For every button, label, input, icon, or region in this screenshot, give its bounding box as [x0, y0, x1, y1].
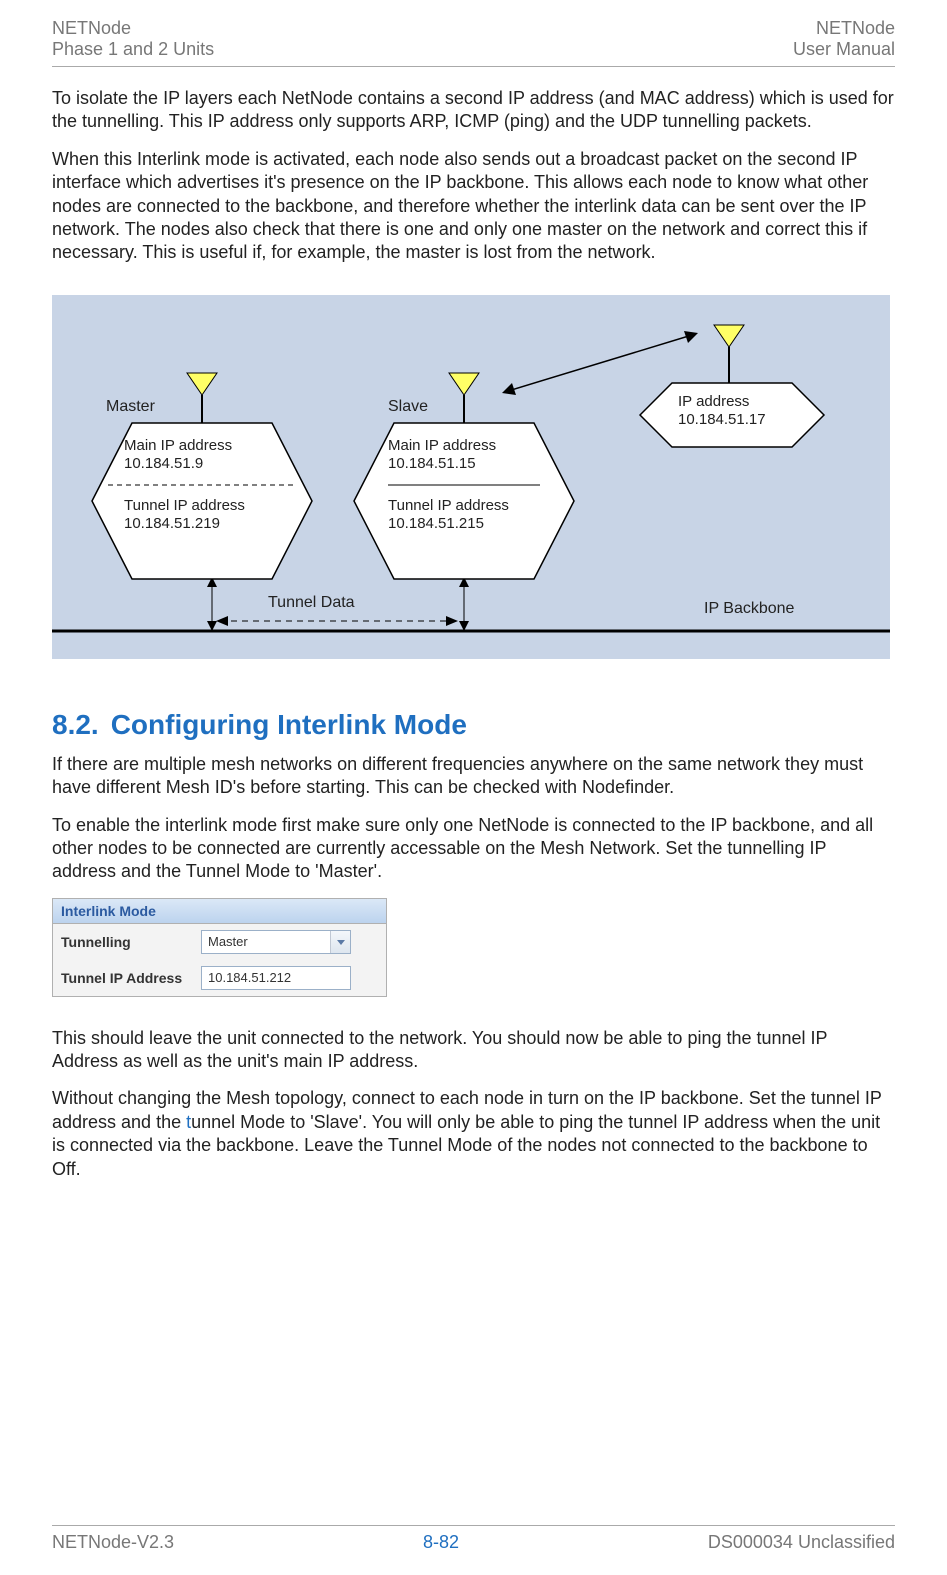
- slave-main-ip-value: 10.184.51.15: [388, 455, 496, 474]
- master-main-ip-value: 10.184.51.9: [124, 455, 232, 474]
- ip-backbone-label: IP Backbone: [704, 600, 794, 618]
- tunnelling-value: Master: [202, 934, 330, 949]
- footer-right: DS000034 Unclassified: [708, 1532, 895, 1553]
- hdr-right-line2: User Manual: [793, 39, 895, 60]
- master-main-ip-label: Main IP address: [124, 437, 232, 456]
- interlink-mode-panel: Interlink Mode Tunnelling Master Tunnel …: [52, 898, 387, 997]
- interlink-panel-title: Interlink Mode: [53, 899, 386, 924]
- section-number: 8.2.: [52, 709, 99, 740]
- master-tunnel-ip-value: 10.184.51.219: [124, 515, 245, 534]
- header-left: NETNode Phase 1 and 2 Units: [52, 18, 214, 60]
- tunnel-ip-row: Tunnel IP Address 10.184.51.212: [53, 960, 386, 996]
- tunnelling-row: Tunnelling Master: [53, 924, 386, 960]
- paragraph-3: If there are multiple mesh networks on d…: [52, 753, 895, 800]
- paragraph-2: When this Interlink mode is activated, e…: [52, 148, 895, 265]
- section-heading: 8.2. Configuring Interlink Mode: [52, 709, 895, 741]
- footer-page-number: 8-82: [423, 1532, 459, 1553]
- antenna-slave-icon: [449, 373, 479, 423]
- tunnelling-dropdown[interactable]: Master: [201, 930, 351, 954]
- slave-tunnel-ip-value: 10.184.51.215: [388, 515, 509, 534]
- chevron-down-icon: [330, 931, 350, 953]
- right-ip-label: IP address: [678, 393, 766, 412]
- tunnel-ip-input[interactable]: 10.184.51.212: [201, 966, 351, 990]
- tunnelling-label: Tunnelling: [61, 934, 201, 950]
- hdr-right-line1: NETNode: [793, 18, 895, 39]
- hdr-left-line1: NETNode: [52, 18, 214, 39]
- paragraph-1: To isolate the IP layers each NetNode co…: [52, 87, 895, 134]
- right-ip-value: 10.184.51.17: [678, 411, 766, 430]
- slave-label: Slave: [388, 398, 428, 416]
- antenna-right-icon: [714, 325, 744, 383]
- paragraph-5: This should leave the unit connected to …: [52, 1027, 895, 1074]
- page-header: NETNode Phase 1 and 2 Units NETNode User…: [52, 18, 895, 67]
- hdr-left-line2: Phase 1 and 2 Units: [52, 39, 214, 60]
- master-tunnel-ip-label: Tunnel IP address: [124, 497, 245, 516]
- page-footer: NETNode-V2.3 8-82 DS000034 Unclassified: [52, 1525, 895, 1553]
- antenna-master-icon: [187, 373, 217, 423]
- footer-left: NETNode-V2.3: [52, 1532, 174, 1553]
- tunnel-ip-label: Tunnel IP Address: [61, 970, 201, 986]
- network-diagram: Master Slave Main IP address 10.184.51.9…: [52, 295, 890, 659]
- paragraph-6: Without changing the Mesh topology, conn…: [52, 1087, 895, 1181]
- master-label: Master: [106, 398, 155, 416]
- tunnel-ip-value: 10.184.51.212: [208, 970, 291, 985]
- tunnel-data-label: Tunnel Data: [268, 594, 355, 612]
- slave-tunnel-ip-label: Tunnel IP address: [388, 497, 509, 516]
- slave-main-ip-label: Main IP address: [388, 437, 496, 456]
- paragraph-4: To enable the interlink mode first make …: [52, 814, 895, 884]
- header-right: NETNode User Manual: [793, 18, 895, 60]
- section-title: Configuring Interlink Mode: [111, 709, 467, 740]
